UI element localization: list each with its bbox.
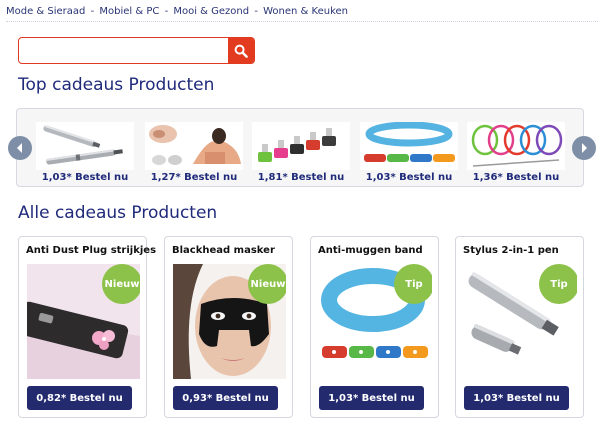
carousel-item-price[interactable]: 1,36* Bestel nu: [467, 172, 565, 183]
cable-ties-image: [467, 122, 565, 170]
carousel-item-price[interactable]: 1,27* Bestel nu: [145, 172, 243, 183]
product-title[interactable]: Blackhead masker: [172, 245, 275, 256]
product-card[interactable]: Anti Dust Plug strijkjes Nieuw 0,82* Bes…: [18, 236, 156, 418]
nav-separator: -: [164, 6, 169, 17]
all-products-title: Alle cadeaus Producten: [18, 203, 218, 223]
nav-link-mode-sieraad[interactable]: Mode & Sieraad: [6, 6, 85, 17]
chevron-left-icon: [17, 143, 22, 153]
product-title[interactable]: Anti-muggen band: [318, 245, 423, 256]
product-title[interactable]: Stylus 2-in-1 pen: [463, 245, 559, 256]
mosquito-band-image: Tip: [319, 264, 432, 379]
new-badge: Nieuw: [102, 264, 140, 304]
blackhead-mask-image: [145, 122, 243, 170]
mosquito-band-image: [360, 122, 458, 170]
top-products-title: Top cadeaus Producten: [18, 75, 215, 95]
carousel-prev-button[interactable]: [8, 136, 32, 160]
nav-link-wonen-keuken[interactable]: Wonen & Keuken: [263, 6, 348, 17]
tip-badge: Tip: [394, 264, 432, 304]
product-card[interactable]: Stylus 2-in-1 pen Tip 1,03* Bestel nu: [455, 236, 584, 418]
nav-divider: [6, 21, 598, 22]
stylus-pen-image: [36, 122, 134, 170]
order-button[interactable]: 1,03* Bestel nu: [464, 386, 569, 410]
search-box: [18, 37, 255, 64]
order-button[interactable]: 0,93* Bestel nu: [173, 386, 278, 410]
product-card[interactable]: Blackhead masker Nieuw 0,93* Bestel nu: [164, 236, 293, 418]
carousel-item[interactable]: 1,36* Bestel nu: [467, 122, 565, 186]
category-nav: Mode & Sieraad - Mobiel & PC - Mooi & Ge…: [6, 6, 348, 17]
tip-badge: Tip: [539, 264, 577, 304]
carousel-item[interactable]: 1,81* Bestel nu: [252, 122, 350, 186]
search-icon: [234, 44, 248, 58]
carousel-item-price[interactable]: 1,81* Bestel nu: [252, 172, 350, 183]
product-title[interactable]: Anti Dust Plug strijkjes: [26, 245, 156, 256]
nav-separator: -: [254, 6, 258, 17]
carousel-item-price[interactable]: 1,03* Bestel nu: [36, 172, 134, 183]
carousel-next-button[interactable]: [572, 136, 596, 160]
stylus-pen-image: Tip: [464, 264, 577, 379]
product-card[interactable]: Anti-muggen band Tip 1,03* Bestel nu: [310, 236, 439, 418]
carousel-item[interactable]: 1,03* Bestel nu: [36, 122, 134, 186]
chevron-right-icon: [582, 143, 587, 153]
search-input[interactable]: [19, 38, 229, 63]
nav-link-mooi-gezond[interactable]: Mooi & Gezond: [173, 6, 249, 17]
carousel-item[interactable]: 1,27* Bestel nu: [145, 122, 243, 186]
blackhead-mask-image: Nieuw: [173, 264, 286, 379]
search-button[interactable]: [228, 38, 254, 63]
order-button[interactable]: 0,82* Bestel nu: [27, 386, 132, 410]
order-button[interactable]: 1,03* Bestel nu: [319, 386, 424, 410]
carousel-item[interactable]: 1,03* Bestel nu: [360, 122, 458, 186]
carousel-item-price[interactable]: 1,03* Bestel nu: [360, 172, 458, 183]
nav-separator: -: [90, 6, 95, 17]
nav-link-mobiel-pc[interactable]: Mobiel & PC: [99, 6, 159, 17]
usb-plugs-image: [252, 122, 350, 170]
anti-dust-plug-image: Nieuw: [27, 264, 140, 379]
new-badge: Nieuw: [248, 264, 286, 304]
